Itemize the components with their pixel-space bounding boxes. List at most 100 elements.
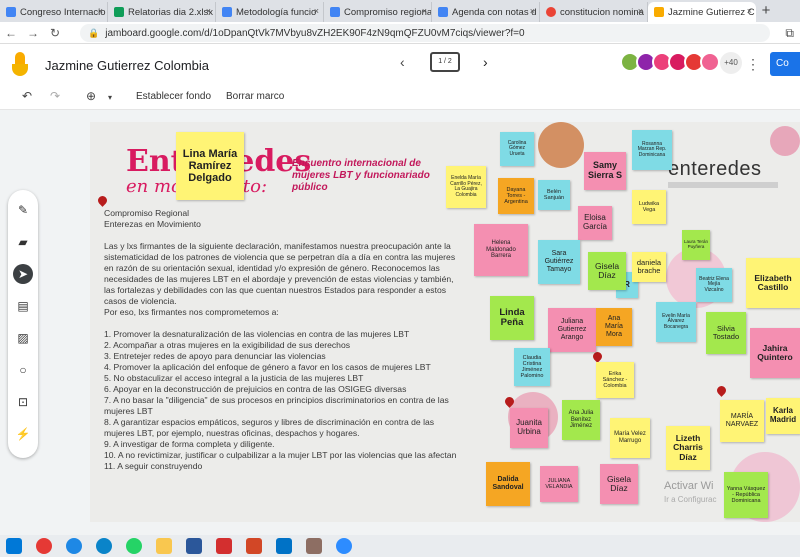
- sticky-note[interactable]: Silvia Tostado: [706, 312, 746, 354]
- windows-start-icon[interactable]: [6, 538, 22, 554]
- sticky-note[interactable]: Samy Sierra S: [584, 152, 626, 190]
- sticky-note[interactable]: Juanita Urbina: [510, 408, 548, 448]
- sticky-note[interactable]: MARÍA NARVAEZ: [720, 400, 764, 442]
- close-icon[interactable]: ×: [638, 6, 643, 16]
- sticky-note[interactable]: Eloisa García: [578, 206, 612, 240]
- sticky-note[interactable]: Ana Julia Benítez Jiménez: [562, 400, 600, 440]
- zoom-app-icon[interactable]: [336, 538, 352, 554]
- share-button[interactable]: Co: [770, 52, 800, 76]
- outlook-icon[interactable]: [276, 538, 292, 554]
- jamboard-frame[interactable]: Entreredes en movimiento: Encuentro inte…: [90, 122, 800, 522]
- sticky-note[interactable]: Enelda María Carrillo Pérez, La Guajira …: [446, 166, 486, 208]
- forward-arrow-icon[interactable]: →: [22, 26, 44, 40]
- sticky-note[interactable]: Lizeth Charris Díaz: [666, 426, 710, 470]
- compromiso-item: 1. Promover la desnaturalización de las …: [104, 329, 410, 339]
- browser-tab-6-active[interactable]: Jazmine Gutierrez C ×: [648, 2, 756, 22]
- zoom-dropdown-icon[interactable]: ▾: [108, 93, 112, 102]
- undo-icon[interactable]: ↶: [22, 89, 32, 103]
- browser-tab-3[interactable]: Compromiso regiona ×: [324, 2, 432, 22]
- sticky-note[interactable]: Jahira Quintero: [750, 328, 800, 378]
- sticky-note[interactable]: Lina María Ramírez Delgado: [176, 132, 244, 200]
- compromiso-item: 4. Promover la aplicación del enfoque de…: [104, 362, 431, 372]
- sticky-note[interactable]: Ludwika Vega: [632, 190, 666, 224]
- sticky-note[interactable]: Carolina Gómez Urueta: [500, 132, 534, 166]
- url-field[interactable]: 🔒 jamboard.google.com/d/1oDpanQtVk7MVbyu8…: [80, 24, 770, 42]
- sticky-note[interactable]: Claudia Cristina Jiménez Palomino: [514, 348, 550, 386]
- sticky-note[interactable]: Evelin María Álvarez Bocanegra: [656, 302, 696, 342]
- eraser-icon[interactable]: ▰: [13, 232, 33, 252]
- sticky-note[interactable]: Yanna Vásquez - República Dominicana: [724, 472, 768, 518]
- select-pointer-icon[interactable]: ➤: [13, 264, 33, 284]
- text-box-icon[interactable]: ⊡: [13, 392, 33, 412]
- sticky-note[interactable]: JULIANA VELANDIA: [540, 466, 578, 502]
- new-tab-button[interactable]: +: [756, 2, 776, 22]
- browser-tab-2[interactable]: Metodología funcio ×: [216, 2, 324, 22]
- close-icon[interactable]: ×: [530, 6, 535, 16]
- browser-tab-4[interactable]: Agenda con notas d ×: [432, 2, 540, 22]
- sticky-note[interactable]: Elizabeth Castillo: [746, 258, 800, 308]
- app-icon[interactable]: [66, 538, 82, 554]
- compromiso-heading-2: Enterezas en Movimiento: [104, 219, 201, 229]
- sticky-note[interactable]: Karla Madrid: [766, 398, 800, 434]
- sticky-note[interactable]: Ana María Mora: [596, 308, 632, 346]
- close-icon[interactable]: ×: [206, 6, 211, 16]
- sticky-note[interactable]: Gisela Díaz: [588, 252, 626, 290]
- collaborator-avatars[interactable]: +40: [620, 52, 742, 76]
- image-icon[interactable]: ▨: [13, 328, 33, 348]
- chrome-icon[interactable]: [36, 538, 52, 554]
- pen-icon[interactable]: ✎: [13, 200, 33, 220]
- sticky-note[interactable]: Juliana Gutierrez Arango: [548, 308, 596, 352]
- close-icon[interactable]: ×: [422, 6, 427, 16]
- set-background-button[interactable]: Establecer fondo: [136, 91, 211, 102]
- sticky-note[interactable]: María Velez Marrugo: [610, 418, 650, 458]
- reload-icon[interactable]: ↻: [44, 26, 66, 40]
- redo-icon[interactable]: ↷: [50, 89, 60, 103]
- laser-icon[interactable]: ⚡: [13, 424, 33, 444]
- sticky-note[interactable]: Erika Sánchez - Colombia: [596, 362, 634, 398]
- next-frame-icon[interactable]: ›: [483, 54, 488, 70]
- sticky-note-icon[interactable]: ▤: [13, 296, 33, 316]
- paint-icon[interactable]: [306, 538, 322, 554]
- word-icon[interactable]: [186, 538, 202, 554]
- sticky-note[interactable]: Dalida Sandoval: [486, 462, 530, 506]
- circle-shape-icon[interactable]: ○: [13, 360, 33, 380]
- whatsapp-icon[interactable]: [126, 538, 142, 554]
- compromiso-item: 7. A no basar la "diligencia" de sus pro…: [104, 395, 449, 416]
- more-options-icon[interactable]: ⋮: [746, 56, 760, 73]
- sticky-note[interactable]: Rosanna Marzan Rep. Dominicana: [632, 130, 672, 170]
- document-title[interactable]: Jazmine Gutierrez Colombia: [45, 58, 209, 73]
- sticky-note[interactable]: Dayana Torres - Argentina: [498, 178, 534, 214]
- compromiso-item: 2. Acompañar a otras mujeres en la exigi…: [104, 340, 351, 350]
- powerpoint-icon[interactable]: [246, 538, 262, 554]
- browser-tab-1[interactable]: Relatorias dia 2.xlsx ×: [108, 2, 216, 22]
- tab-label: Jazmine Gutierrez C: [668, 6, 755, 18]
- folder-icon[interactable]: [156, 538, 172, 554]
- zoom-icon[interactable]: ⊕: [86, 89, 96, 103]
- sticky-note[interactable]: Linda Peña: [490, 296, 534, 340]
- back-arrow-icon[interactable]: ←: [0, 26, 22, 40]
- sticky-note[interactable]: Laura Terán Puyñera: [682, 230, 710, 260]
- sticky-note[interactable]: daniela brache: [632, 252, 666, 282]
- close-icon[interactable]: ×: [98, 6, 103, 16]
- jamboard-logo-icon[interactable]: [10, 52, 32, 78]
- previous-frame-icon[interactable]: ‹: [400, 54, 405, 70]
- clear-frame-button[interactable]: Borrar marco: [226, 91, 284, 102]
- frame-counter[interactable]: 1 / 2: [430, 52, 460, 72]
- sticky-note[interactable]: Sara Gutiérrez Tamayo: [538, 240, 580, 284]
- browser-tab-bar: Congreso Internacio × Relatorias dia 2.xl…: [0, 0, 800, 22]
- browser-tab-5[interactable]: constitucion nomina ×: [540, 2, 648, 22]
- close-icon[interactable]: ×: [314, 6, 319, 16]
- sticky-note[interactable]: Gisela Díaz: [600, 464, 638, 504]
- extensions-icon[interactable]: ⧉: [785, 26, 794, 41]
- sticky-note[interactable]: Beatriz Elena Mejía Vizcaíno: [696, 268, 732, 302]
- slide-encuentro-text: Encuentro internacional de mujeres LBT y…: [292, 158, 430, 193]
- close-icon[interactable]: ×: [747, 6, 752, 16]
- sticky-note[interactable]: Belén Sanjuán: [538, 180, 570, 210]
- google-search-icon: [546, 7, 556, 17]
- edge-icon[interactable]: [96, 538, 112, 554]
- browser-tab-0[interactable]: Congreso Internacio ×: [0, 2, 108, 22]
- tab-label: Congreso Internacio: [20, 6, 106, 18]
- acrobat-icon[interactable]: [216, 538, 232, 554]
- sticky-note[interactable]: Helena Maldonado Barrera: [474, 224, 528, 276]
- more-collaborators-badge[interactable]: +40: [720, 52, 742, 74]
